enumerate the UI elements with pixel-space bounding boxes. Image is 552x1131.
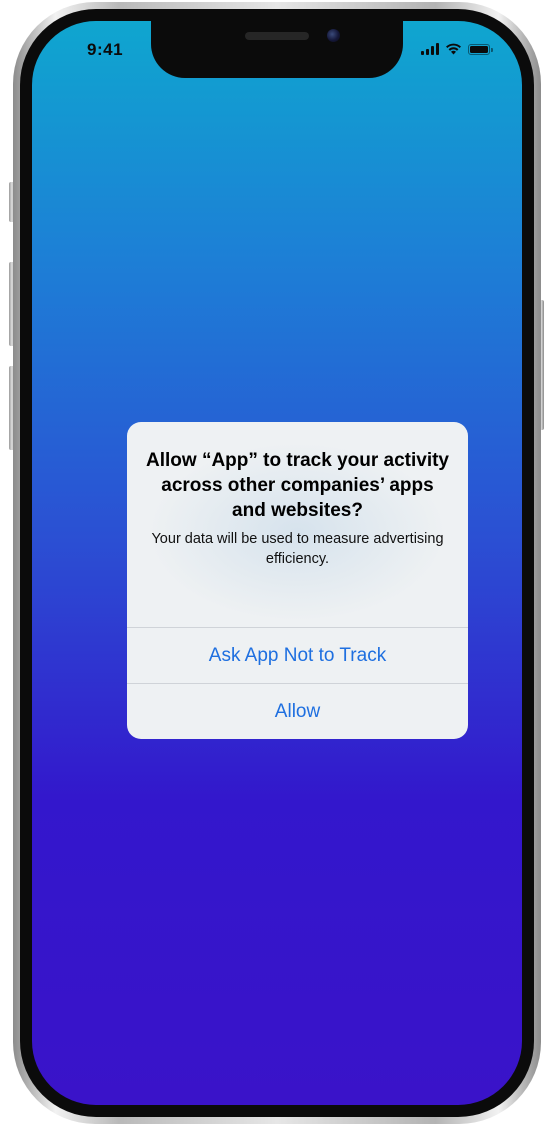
speaker-grille — [245, 32, 309, 40]
front-camera-icon — [327, 29, 340, 42]
alert-title: Allow “App” to track your activity acros… — [146, 450, 449, 521]
phone-frame: 9:41 Allow “App” to track your activity … — [13, 2, 541, 1124]
allow-button[interactable]: Allow — [127, 683, 468, 739]
alert-message: Your data will be used to measure advert… — [151, 531, 444, 567]
phone-bezel: 9:41 Allow “App” to track your activity … — [20, 9, 534, 1117]
status-icons — [421, 43, 493, 55]
battery-icon — [468, 44, 493, 55]
tracking-permission-alert: Allow “App” to track your activity acros… — [127, 422, 468, 739]
alert-actions: Ask App Not to Track Allow — [127, 627, 468, 739]
device-mockup: 9:41 Allow “App” to track your activity … — [0, 0, 552, 1131]
wifi-icon — [446, 43, 461, 55]
ask-not-to-track-button[interactable]: Ask App Not to Track — [127, 627, 468, 683]
notch — [151, 21, 403, 78]
cellular-signal-icon — [421, 43, 439, 55]
status-time: 9:41 — [87, 40, 124, 59]
phone-screen: 9:41 Allow “App” to track your activity … — [32, 21, 522, 1105]
